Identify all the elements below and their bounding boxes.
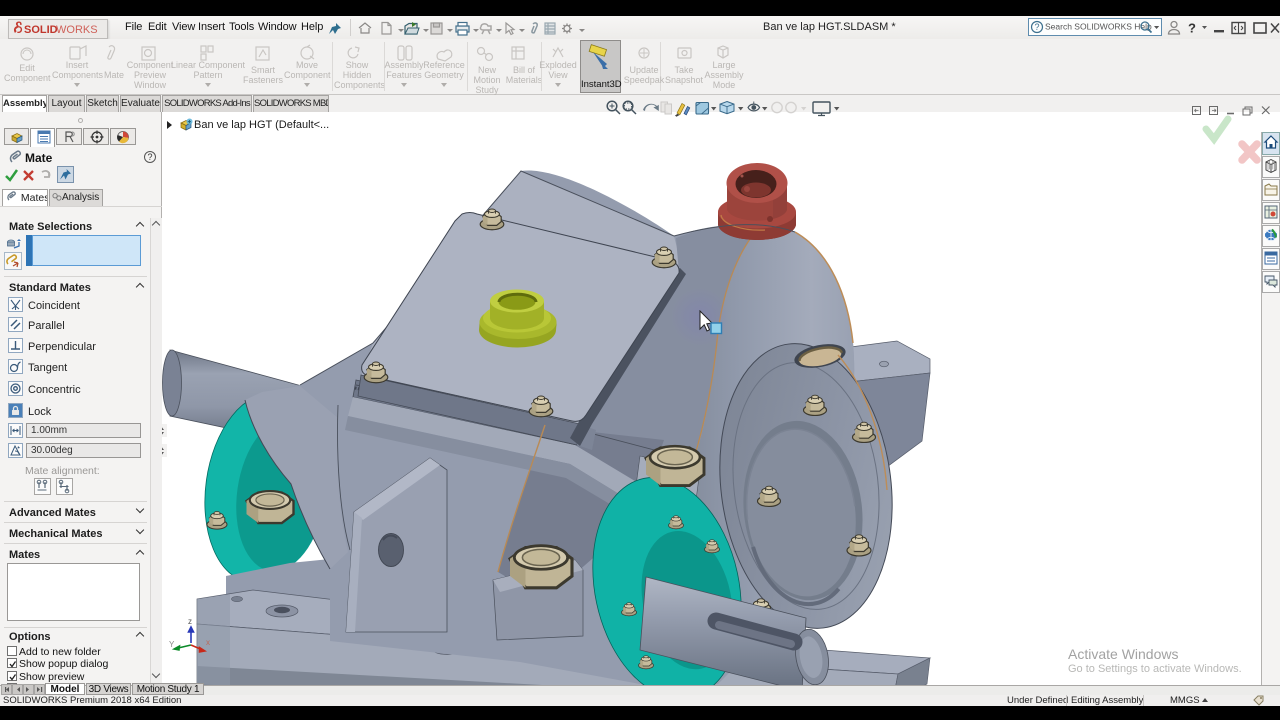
svg-text:?: ? bbox=[1188, 21, 1196, 36]
svg-text:Y: Y bbox=[169, 640, 175, 649]
svg-text:Search SOLIDWORKS Help: Search SOLIDWORKS Help bbox=[1045, 22, 1152, 32]
svg-text:SOLID: SOLID bbox=[24, 24, 58, 36]
svg-text:z: z bbox=[188, 617, 192, 626]
svg-text:WORKS: WORKS bbox=[56, 24, 98, 36]
svg-text:?: ? bbox=[1034, 22, 1039, 32]
svg-text:x: x bbox=[206, 638, 210, 647]
